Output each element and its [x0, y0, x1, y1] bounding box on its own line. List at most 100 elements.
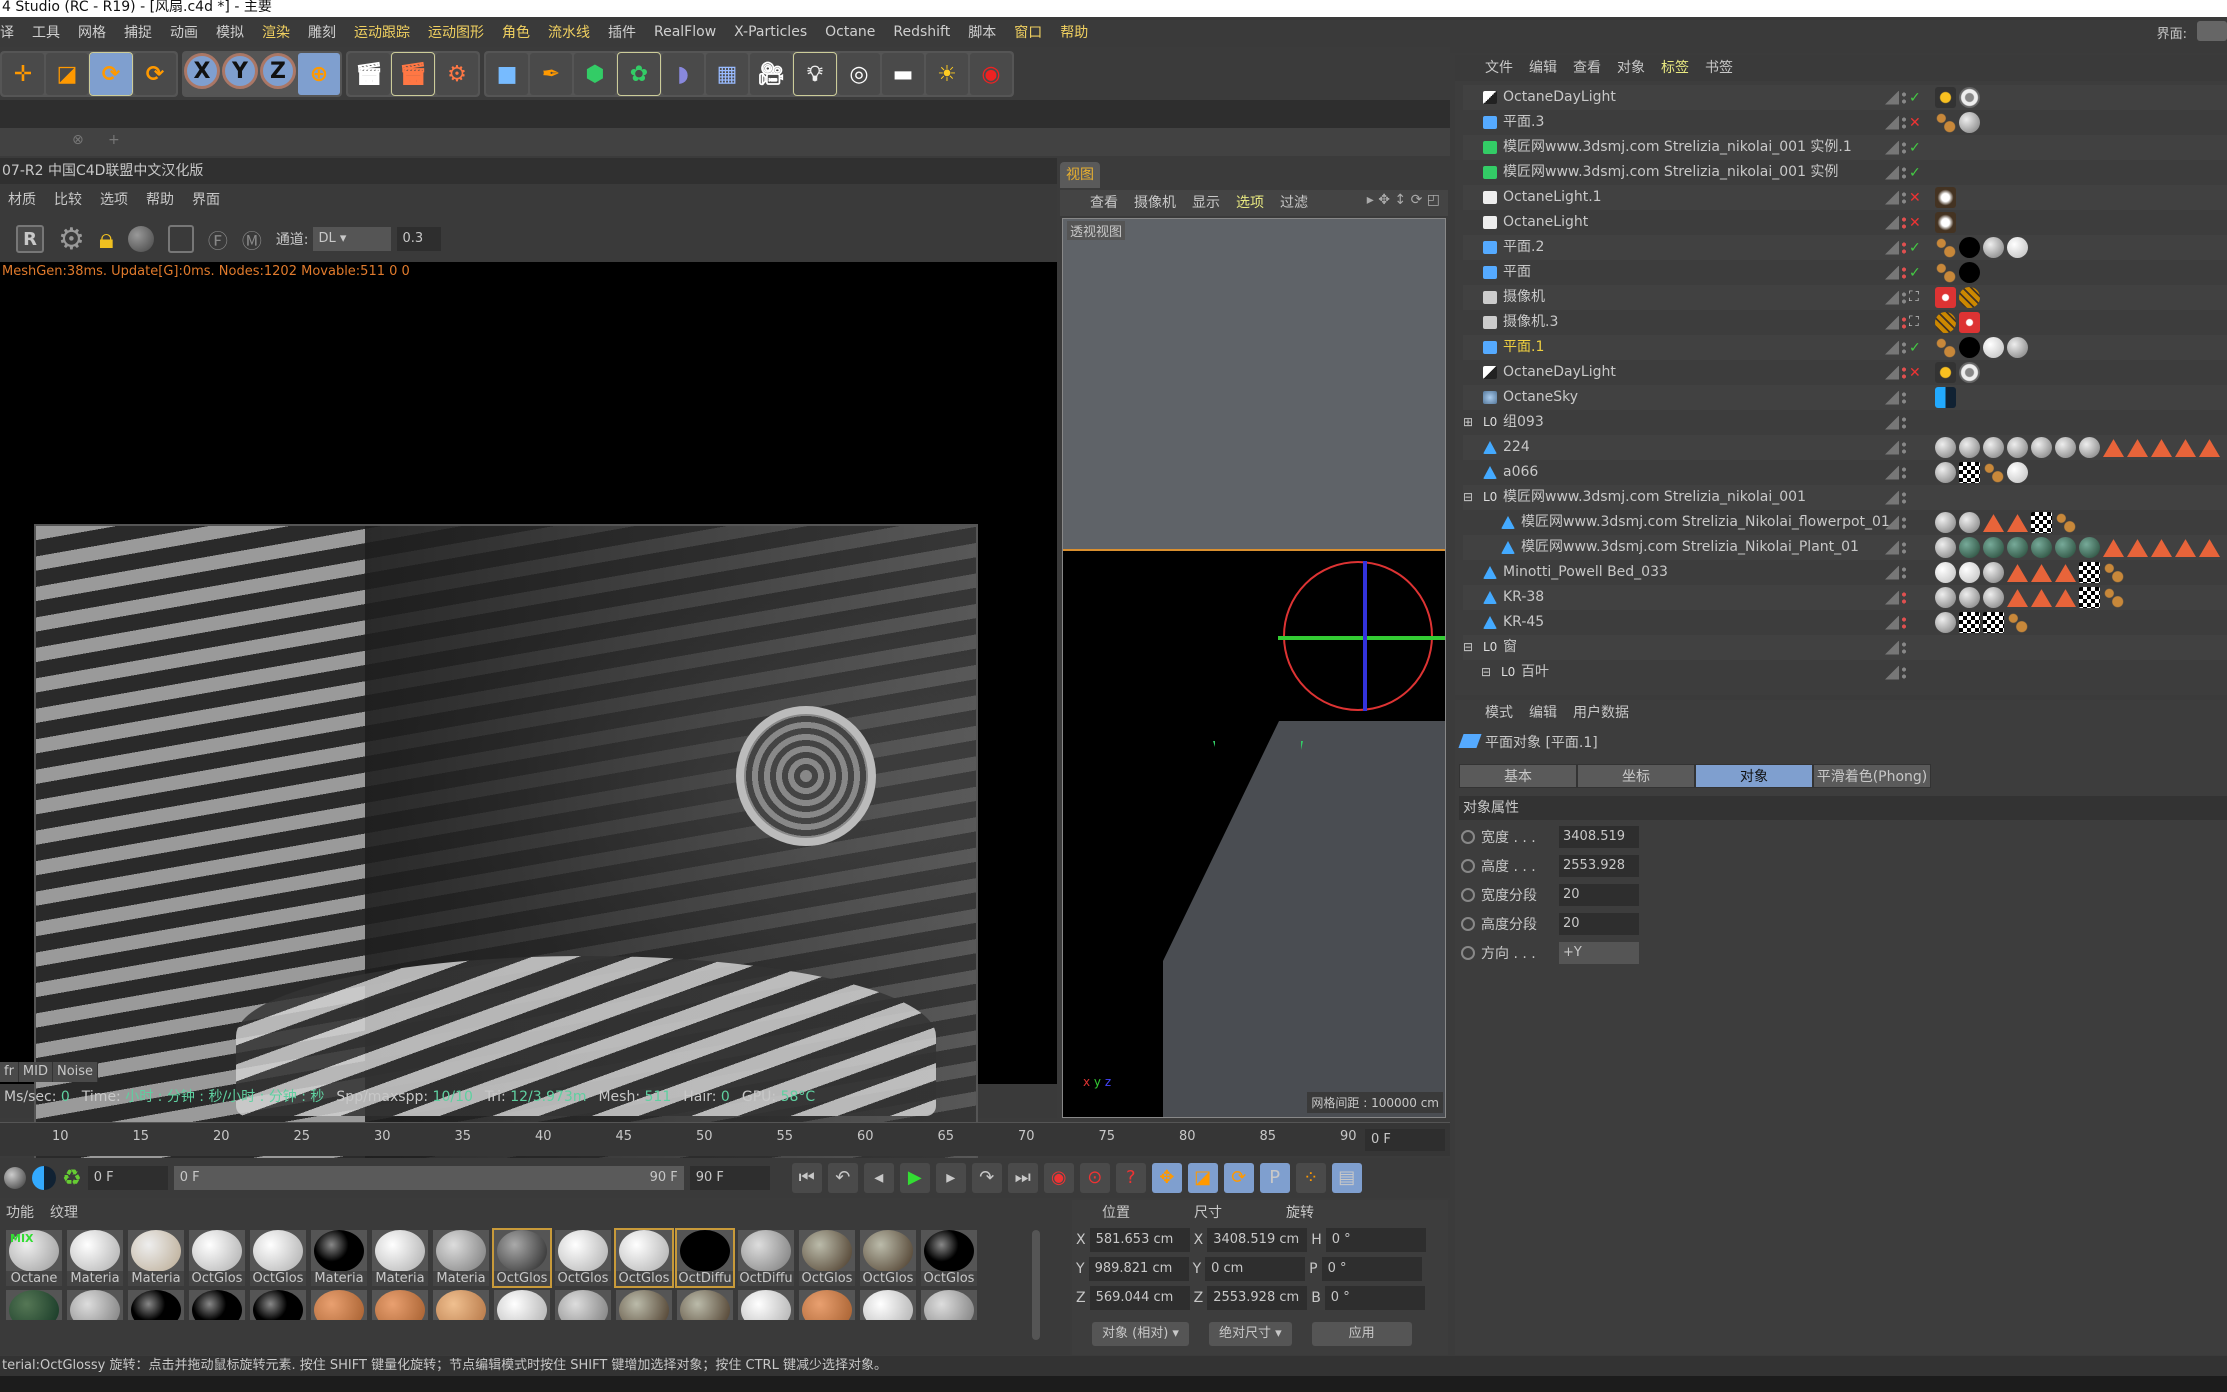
viewport-menu-item[interactable]: 选项 — [1236, 190, 1264, 216]
object-name[interactable]: OctaneSky — [1503, 385, 1578, 410]
attribute-menu-item[interactable]: 编辑 — [1529, 700, 1557, 726]
object-name[interactable]: 平面 — [1503, 260, 1531, 285]
gizmo-y-axis[interactable] — [1363, 561, 1367, 711]
animate-radio[interactable] — [1461, 946, 1475, 960]
menu-item[interactable]: 角色 — [502, 22, 530, 42]
object-name[interactable]: KR-45 — [1503, 610, 1544, 635]
rotation-field[interactable]: 0 ° — [1324, 1286, 1425, 1310]
tri-tag-icon[interactable] — [2055, 589, 2076, 607]
tri-tag-icon[interactable] — [2127, 539, 2148, 557]
live-viewer-menu-item[interactable]: 材质 — [8, 188, 36, 212]
menu-item[interactable]: X-Particles — [734, 24, 807, 40]
layer-icon[interactable] — [1885, 440, 1899, 455]
object-row[interactable]: 224 — [1463, 435, 2227, 460]
layer-icon[interactable] — [1885, 265, 1899, 280]
world-coords-icon[interactable]: ⊕ — [298, 53, 340, 95]
layer-icon[interactable] — [1885, 615, 1899, 630]
tri-tag-icon[interactable] — [2007, 514, 2028, 532]
sun-tag-icon[interactable] — [1935, 362, 1956, 383]
gray-tag-icon[interactable] — [1935, 612, 1956, 633]
close-tab-icon[interactable]: ⊗ — [72, 132, 84, 148]
attribute-field[interactable]: 2553.928 — [1559, 855, 1639, 877]
phong-tag-icon[interactable] — [2103, 562, 2124, 583]
material-swatch[interactable] — [67, 1290, 123, 1320]
gray-tag-icon[interactable] — [1935, 462, 1956, 483]
green-tag-icon[interactable] — [2031, 537, 2052, 558]
object-row[interactable]: 摄像机.3 ⛶ — [1463, 310, 2227, 335]
x-axis-icon[interactable]: X — [184, 53, 220, 89]
menu-item[interactable]: 雕刻 — [308, 22, 336, 42]
move-icon[interactable]: ✛ — [2, 53, 44, 95]
check-tag-icon[interactable] — [1959, 612, 1980, 633]
white-tag-icon[interactable] — [2007, 237, 2028, 258]
object-row[interactable]: 平面.3 ✕ — [1463, 110, 2227, 135]
key-position-icon[interactable]: ✥ — [1151, 1163, 1182, 1193]
rotation-field[interactable]: 0 ° — [1325, 1228, 1426, 1252]
light-tag-icon[interactable] — [1935, 187, 1956, 208]
menu-item[interactable]: 帮助 — [1060, 22, 1088, 42]
material-swatch[interactable]: OctGlos — [614, 1228, 674, 1288]
frame-range-slider[interactable]: 0 F 90 F — [173, 1166, 684, 1190]
cloner-icon[interactable]: ✿ — [617, 52, 661, 96]
render-view-icon[interactable]: 🎬︎ — [348, 53, 390, 95]
object-row[interactable]: a066 — [1463, 460, 2227, 485]
render-area[interactable]: MeshGen:38ms. Update[G]:0ms. Nodes:1202 … — [0, 262, 1057, 1174]
tri-tag-icon[interactable] — [2031, 589, 2052, 607]
menu-item[interactable]: 捕捉 — [124, 22, 152, 42]
tab-viewport[interactable]: 视图 — [1060, 162, 1100, 188]
object-name[interactable]: 模匠网www.3dsmj.com Strelizia_nikolai_001 — [1503, 485, 1806, 510]
object-name[interactable]: 模匠网www.3dsmj.com Strelizia_nikolai_001 实… — [1503, 160, 1838, 185]
animate-radio[interactable] — [1461, 859, 1475, 873]
lock-icon[interactable]: 🔒︎ — [99, 222, 114, 256]
tri-tag-icon[interactable] — [2103, 439, 2124, 457]
region-render-icon[interactable] — [167, 225, 194, 253]
next-key-icon[interactable]: ↷ — [971, 1163, 1002, 1193]
object-name[interactable]: 窗 — [1503, 635, 1517, 660]
phong-tag-icon[interactable] — [1935, 337, 1956, 358]
visibility-dots-icon[interactable] — [1902, 240, 1906, 255]
gray-tag-icon[interactable] — [1935, 587, 1956, 608]
enabled-check-icon[interactable]: ✓ — [1909, 141, 1921, 155]
object-row[interactable]: 模匠网www.3dsmj.com Strelizia_Nikolai_flowe… — [1463, 510, 2227, 535]
object-row[interactable]: 平面.1 ✓ — [1463, 335, 2227, 360]
attribute-tab[interactable]: 坐标 — [1577, 764, 1695, 788]
ring-tag-icon[interactable] — [1959, 362, 1980, 383]
visibility-dots-icon[interactable] — [1902, 290, 1906, 305]
enabled-check-icon[interactable]: ✓ — [1909, 166, 1921, 180]
object-row[interactable]: OctaneLight.1 ✕ — [1463, 185, 2227, 210]
material-swatch[interactable] — [250, 1290, 306, 1320]
material-sphere-icon[interactable] — [127, 226, 154, 252]
material-swatch[interactable]: Materia — [67, 1230, 123, 1286]
visibility-dots-icon[interactable] — [1902, 215, 1906, 230]
material-swatch[interactable]: Materia — [128, 1230, 184, 1286]
record-icon[interactable]: ◉ — [1043, 1163, 1074, 1193]
tri-tag-icon[interactable] — [2199, 439, 2220, 457]
green-tag-icon[interactable] — [2079, 537, 2100, 558]
object-row[interactable]: 摄像机 ⛶ — [1463, 285, 2227, 310]
timeline-ruler[interactable]: 0 F 10 15 20 25 30 35 40 45 50 55 60 65 70 75 80 85 90 — [0, 1122, 1450, 1156]
attribute-tab[interactable]: 对象 — [1695, 764, 1813, 788]
object-name[interactable]: a066 — [1503, 460, 1538, 485]
attribute-field[interactable]: 3408.519 — [1559, 826, 1639, 848]
layer-icon[interactable] — [1885, 540, 1899, 555]
refresh-icon[interactable]: ♻ — [62, 1166, 82, 1191]
disabled-x-icon[interactable]: ✕ — [1909, 116, 1921, 130]
gray-tag-icon[interactable] — [1935, 512, 1956, 533]
material-swatch[interactable]: OctGlos — [250, 1230, 306, 1286]
object-name[interactable]: 平面.3 — [1503, 110, 1544, 135]
viewport-menu-item[interactable]: 过滤 — [1280, 190, 1308, 216]
gray-tag-icon[interactable] — [1935, 537, 1956, 558]
enabled-check-icon[interactable]: ✓ — [1909, 266, 1921, 280]
layer-icon[interactable] — [1885, 465, 1899, 480]
visibility-dots-icon[interactable] — [1902, 615, 1906, 630]
gray-tag-icon[interactable] — [2031, 437, 2052, 458]
material-swatch[interactable]: MIX Octane — [6, 1230, 62, 1286]
tri-tag-icon[interactable] — [2055, 564, 2076, 582]
position-field[interactable]: 569.044 cm — [1089, 1286, 1190, 1310]
sun-tag-icon[interactable] — [1935, 87, 1956, 108]
object-row[interactable]: 模匠网www.3dsmj.com Strelizia_nikolai_001 实… — [1463, 135, 2227, 160]
object-menu-item[interactable]: 书签 — [1705, 55, 1733, 81]
viewport-nav-icons[interactable]: ▸ ✥ ↕ ⟳ ◰ — [1367, 192, 1440, 208]
go-to-end-icon[interactable]: ⏭ — [1007, 1163, 1038, 1193]
attribute-field[interactable]: 20 — [1559, 884, 1639, 906]
